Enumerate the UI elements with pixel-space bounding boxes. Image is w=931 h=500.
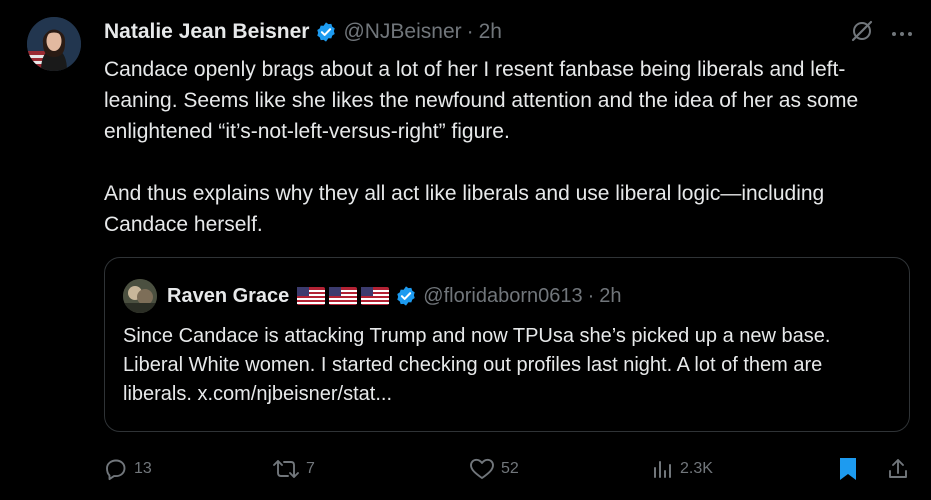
tweet-paragraph-1: Candace openly brags about a lot of her … xyxy=(104,58,859,143)
author-avatar[interactable] xyxy=(27,17,81,71)
tweet-header: Natalie Jean Beisner @NJBeisner · 2h xyxy=(104,18,911,46)
us-flag-icon xyxy=(329,287,358,305)
grok-icon[interactable] xyxy=(849,18,875,49)
more-options-icon[interactable] xyxy=(891,25,913,43)
quoted-author-avatar-image xyxy=(123,279,157,313)
views-count: 2.3K xyxy=(680,460,713,477)
repost-count: 7 xyxy=(306,460,315,477)
verified-badge-icon xyxy=(395,285,417,307)
share-button[interactable] xyxy=(886,452,916,486)
like-button[interactable]: 52 xyxy=(469,452,519,486)
us-flag-icon xyxy=(361,287,390,305)
verified-badge-icon xyxy=(315,21,337,43)
tweet-paragraph-2: And thus explains why they all act like … xyxy=(104,182,825,236)
heart-icon xyxy=(470,458,494,479)
quoted-author-name[interactable]: Raven Grace xyxy=(167,285,289,308)
author-handle[interactable]: @NJBeisner xyxy=(343,20,461,44)
bookmark-icon xyxy=(840,458,856,480)
views-chart-icon xyxy=(654,461,671,478)
quoted-header-separator: · xyxy=(587,284,595,307)
reply-count: 13 xyxy=(134,460,152,477)
tweet-timestamp[interactable]: 2h xyxy=(479,20,502,44)
author-name[interactable]: Natalie Jean Beisner xyxy=(104,20,309,44)
tweet-text: Candace openly brags about a lot of her … xyxy=(104,54,909,240)
header-separator: · xyxy=(466,20,474,43)
repost-icon xyxy=(273,460,299,478)
quoted-tweet-header: Raven Grace @floridaborn0613 · 2h xyxy=(123,279,622,313)
reply-button[interactable]: 13 xyxy=(104,452,152,486)
quoted-author-handle[interactable]: @floridaborn0613 xyxy=(423,285,582,308)
bookmark-button[interactable] xyxy=(837,452,865,486)
quoted-tweet-timestamp[interactable]: 2h xyxy=(599,285,621,308)
views-button[interactable]: 2.3K xyxy=(652,452,713,486)
us-flag-icon xyxy=(297,287,326,305)
like-count: 52 xyxy=(501,460,519,477)
repost-button[interactable]: 7 xyxy=(272,452,315,486)
quoted-author-avatar[interactable] xyxy=(123,279,157,313)
share-icon xyxy=(889,459,907,478)
reply-icon xyxy=(106,459,126,481)
author-avatar-image xyxy=(27,17,81,71)
quoted-tweet-card[interactable]: Raven Grace @floridaborn0613 · 2h Since … xyxy=(104,257,910,432)
quoted-tweet-text: Since Candace is attacking Trump and now… xyxy=(123,325,831,405)
tweet-top-actions xyxy=(849,18,913,49)
tweet-action-bar: 13 7 52 2.3K xyxy=(104,452,910,486)
